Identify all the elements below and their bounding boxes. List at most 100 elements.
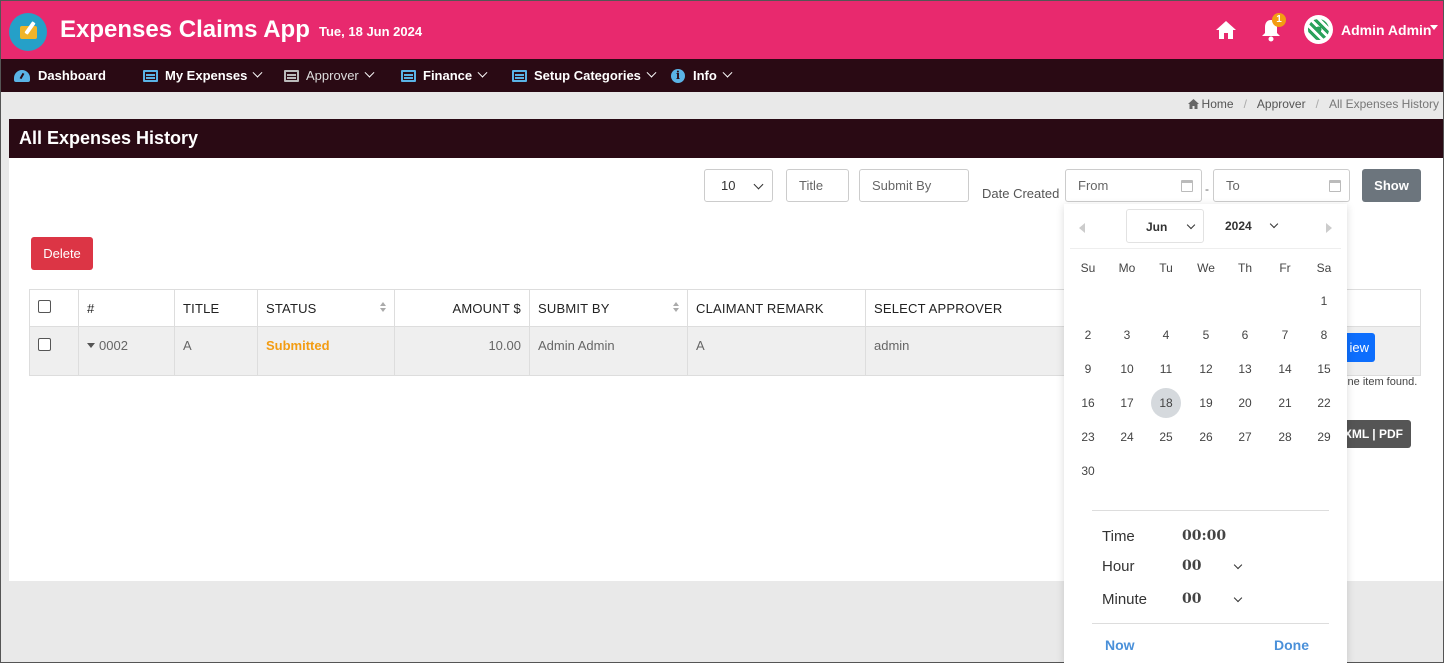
prev-month-arrow-icon[interactable] — [1079, 223, 1085, 233]
calendar-day[interactable]: 20 — [1230, 388, 1260, 418]
calendar-day[interactable]: 11 — [1151, 354, 1181, 384]
breadcrumb-approver[interactable]: Approver — [1257, 97, 1306, 111]
per-page-select[interactable]: 10 — [704, 169, 773, 202]
calendar-day[interactable]: 25 — [1151, 422, 1181, 452]
nav-approver[interactable]: Approver — [284, 59, 375, 92]
results-summary: One item found. — [1339, 376, 1418, 388]
column-header-claimant-remark[interactable]: CLAIMANT REMARK — [687, 289, 866, 327]
calendar-day[interactable]: 26 — [1191, 422, 1221, 452]
nav-dashboard[interactable]: Dashboard — [14, 59, 106, 92]
home-icon — [1187, 99, 1199, 109]
row-id-cell[interactable]: 0002 — [78, 326, 175, 376]
row-status-cell: Submitted — [257, 326, 395, 376]
weekday-header: Tu — [1159, 261, 1173, 275]
calendar-day[interactable]: 19 — [1191, 388, 1221, 418]
nav-info-label: Info — [693, 68, 717, 83]
date-from-placeholder: From — [1078, 178, 1109, 193]
done-button[interactable]: Done — [1274, 637, 1309, 653]
weekday-header: Su — [1080, 261, 1096, 275]
calendar-day[interactable]: 28 — [1270, 422, 1300, 452]
main-nav: Dashboard My Expenses Approver Finance S… — [1, 59, 1443, 92]
expand-row-caret-icon[interactable] — [87, 343, 95, 348]
calendar-day[interactable]: 12 — [1191, 354, 1221, 384]
calendar-day[interactable]: 17 — [1112, 388, 1142, 418]
row-remark: A — [687, 326, 866, 376]
calendar-day-selected[interactable]: 18 — [1151, 388, 1181, 418]
calendar-day[interactable]: 21 — [1270, 388, 1300, 418]
hour-chevron-down-icon[interactable] — [1233, 560, 1243, 570]
now-button[interactable]: Now — [1105, 637, 1135, 653]
delete-button[interactable]: Delete — [31, 237, 93, 270]
calendar-day[interactable]: 23 — [1073, 422, 1103, 452]
column-header-submit-by[interactable]: SUBMIT BY — [529, 289, 688, 327]
calendar-icon[interactable] — [1181, 180, 1193, 192]
month-select-value: Jun — [1146, 220, 1168, 234]
select-all-checkbox[interactable] — [38, 300, 51, 313]
chevron-down-icon — [722, 67, 733, 78]
column-header-amount[interactable]: AMOUNT $ — [394, 289, 530, 327]
calendar-day[interactable]: 7 — [1270, 320, 1300, 350]
column-header-status[interactable]: STATUS — [257, 289, 395, 327]
title-filter-input[interactable]: Title — [786, 169, 849, 202]
picker-divider — [1092, 510, 1329, 511]
calendar-icon[interactable] — [1329, 180, 1341, 192]
time-value: 00:00 — [1182, 528, 1227, 544]
nav-setup-categories-label: Setup Categories — [534, 68, 641, 83]
calendar-day[interactable]: 14 — [1270, 354, 1300, 384]
minute-select-value[interactable]: 00 — [1182, 591, 1201, 607]
user-avatar[interactable] — [1304, 15, 1333, 44]
app-logo-icon[interactable] — [9, 13, 47, 51]
calendar-day[interactable]: 27 — [1230, 422, 1260, 452]
list-icon — [512, 69, 527, 82]
nav-my-expenses[interactable]: My Expenses — [143, 59, 263, 92]
calendar-day[interactable]: 9 — [1073, 354, 1103, 384]
month-select[interactable]: Jun — [1126, 209, 1204, 243]
breadcrumb-home[interactable]: Home — [1202, 97, 1234, 111]
date-to-input[interactable]: To — [1213, 169, 1350, 202]
show-button[interactable]: Show — [1362, 169, 1421, 202]
weekday-header: Sa — [1316, 261, 1332, 275]
row-submit-by: Admin Admin — [529, 326, 688, 376]
calendar-day[interactable]: 1 — [1309, 286, 1339, 316]
calendar-day[interactable]: 29 — [1309, 422, 1339, 452]
nav-info[interactable]: i Info — [671, 59, 733, 92]
row-checkbox[interactable] — [38, 338, 51, 351]
calendar-day[interactable]: 24 — [1112, 422, 1142, 452]
breadcrumb-current: All Expenses History — [1328, 97, 1439, 111]
calendar-day[interactable]: 4 — [1151, 320, 1181, 350]
sort-icon[interactable] — [380, 301, 386, 312]
home-icon[interactable] — [1215, 20, 1237, 40]
calendar-day[interactable]: 10 — [1112, 354, 1142, 384]
nav-my-expenses-label: My Expenses — [165, 68, 248, 83]
calendar-day[interactable]: 22 — [1309, 388, 1339, 418]
sort-icon[interactable] — [673, 301, 679, 312]
calendar-day[interactable]: 2 — [1073, 320, 1103, 350]
next-month-arrow-icon[interactable] — [1326, 223, 1332, 233]
select-all-header — [29, 289, 79, 327]
calendar-day[interactable]: 15 — [1309, 354, 1339, 384]
calendar-day[interactable]: 6 — [1230, 320, 1260, 350]
weekday-header: Th — [1237, 261, 1252, 275]
notification-badge: 1 — [1272, 13, 1286, 27]
nav-finance[interactable]: Finance — [401, 59, 488, 92]
user-menu-caret-icon[interactable] — [1430, 25, 1438, 30]
nav-setup-categories[interactable]: Setup Categories — [512, 59, 657, 92]
calendar-day[interactable]: 13 — [1230, 354, 1260, 384]
date-from-input[interactable]: From — [1065, 169, 1202, 202]
calendar-day[interactable]: 16 — [1073, 388, 1103, 418]
calendar-day[interactable]: 3 — [1112, 320, 1142, 350]
year-select[interactable]: 2024 — [1214, 209, 1284, 243]
column-header-title[interactable]: TITLE — [174, 289, 258, 327]
calendar-day[interactable]: 5 — [1191, 320, 1221, 350]
column-header-id[interactable]: # — [78, 289, 175, 327]
hour-select-value[interactable]: 00 — [1182, 558, 1201, 574]
minute-chevron-down-icon[interactable] — [1233, 593, 1243, 603]
app-title[interactable]: Expenses Claims App — [60, 16, 310, 44]
submit-by-filter-input[interactable]: Submit By — [859, 169, 969, 202]
user-menu-name[interactable]: Admin Admin — [1341, 22, 1431, 38]
status-badge: Submitted — [266, 338, 330, 353]
calendar-day[interactable]: 8 — [1309, 320, 1339, 350]
nav-finance-label: Finance — [423, 68, 473, 83]
calendar-day[interactable]: 30 — [1073, 456, 1103, 486]
weekday-header: Fr — [1279, 261, 1291, 275]
